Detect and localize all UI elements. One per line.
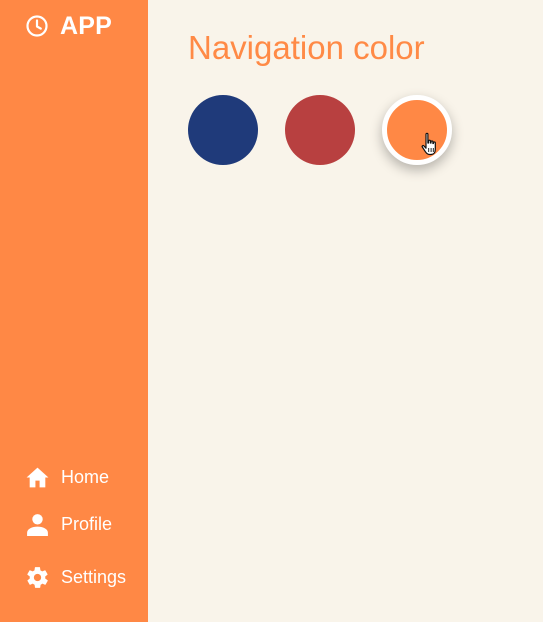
gear-icon: [25, 565, 50, 590]
page-title: Navigation color: [188, 29, 425, 66]
clock-icon: [25, 14, 49, 38]
main-content: Navigation color: [148, 0, 543, 622]
brand[interactable]: APP: [25, 11, 112, 41]
color-swatch-blue[interactable]: [188, 95, 258, 165]
sidebar-item-label: Settings: [61, 567, 127, 587]
sidebar-item-label: Home: [61, 467, 110, 487]
color-swatch-orange[interactable]: [382, 95, 452, 165]
home-icon: [25, 465, 50, 490]
color-swatch-red[interactable]: [285, 95, 355, 165]
sidebar-item-settings[interactable]: Settings: [25, 562, 126, 592]
sidebar-item-profile[interactable]: Profile: [25, 509, 112, 539]
app-window: APP Home Profile Settings Navigation col…: [0, 0, 543, 622]
sidebar-item-home[interactable]: Home: [25, 462, 109, 492]
user-icon: [25, 512, 50, 537]
sidebar-item-label: Profile: [61, 514, 113, 534]
brand-label: APP: [60, 12, 113, 40]
sidebar: APP Home Profile Settings: [0, 0, 148, 622]
